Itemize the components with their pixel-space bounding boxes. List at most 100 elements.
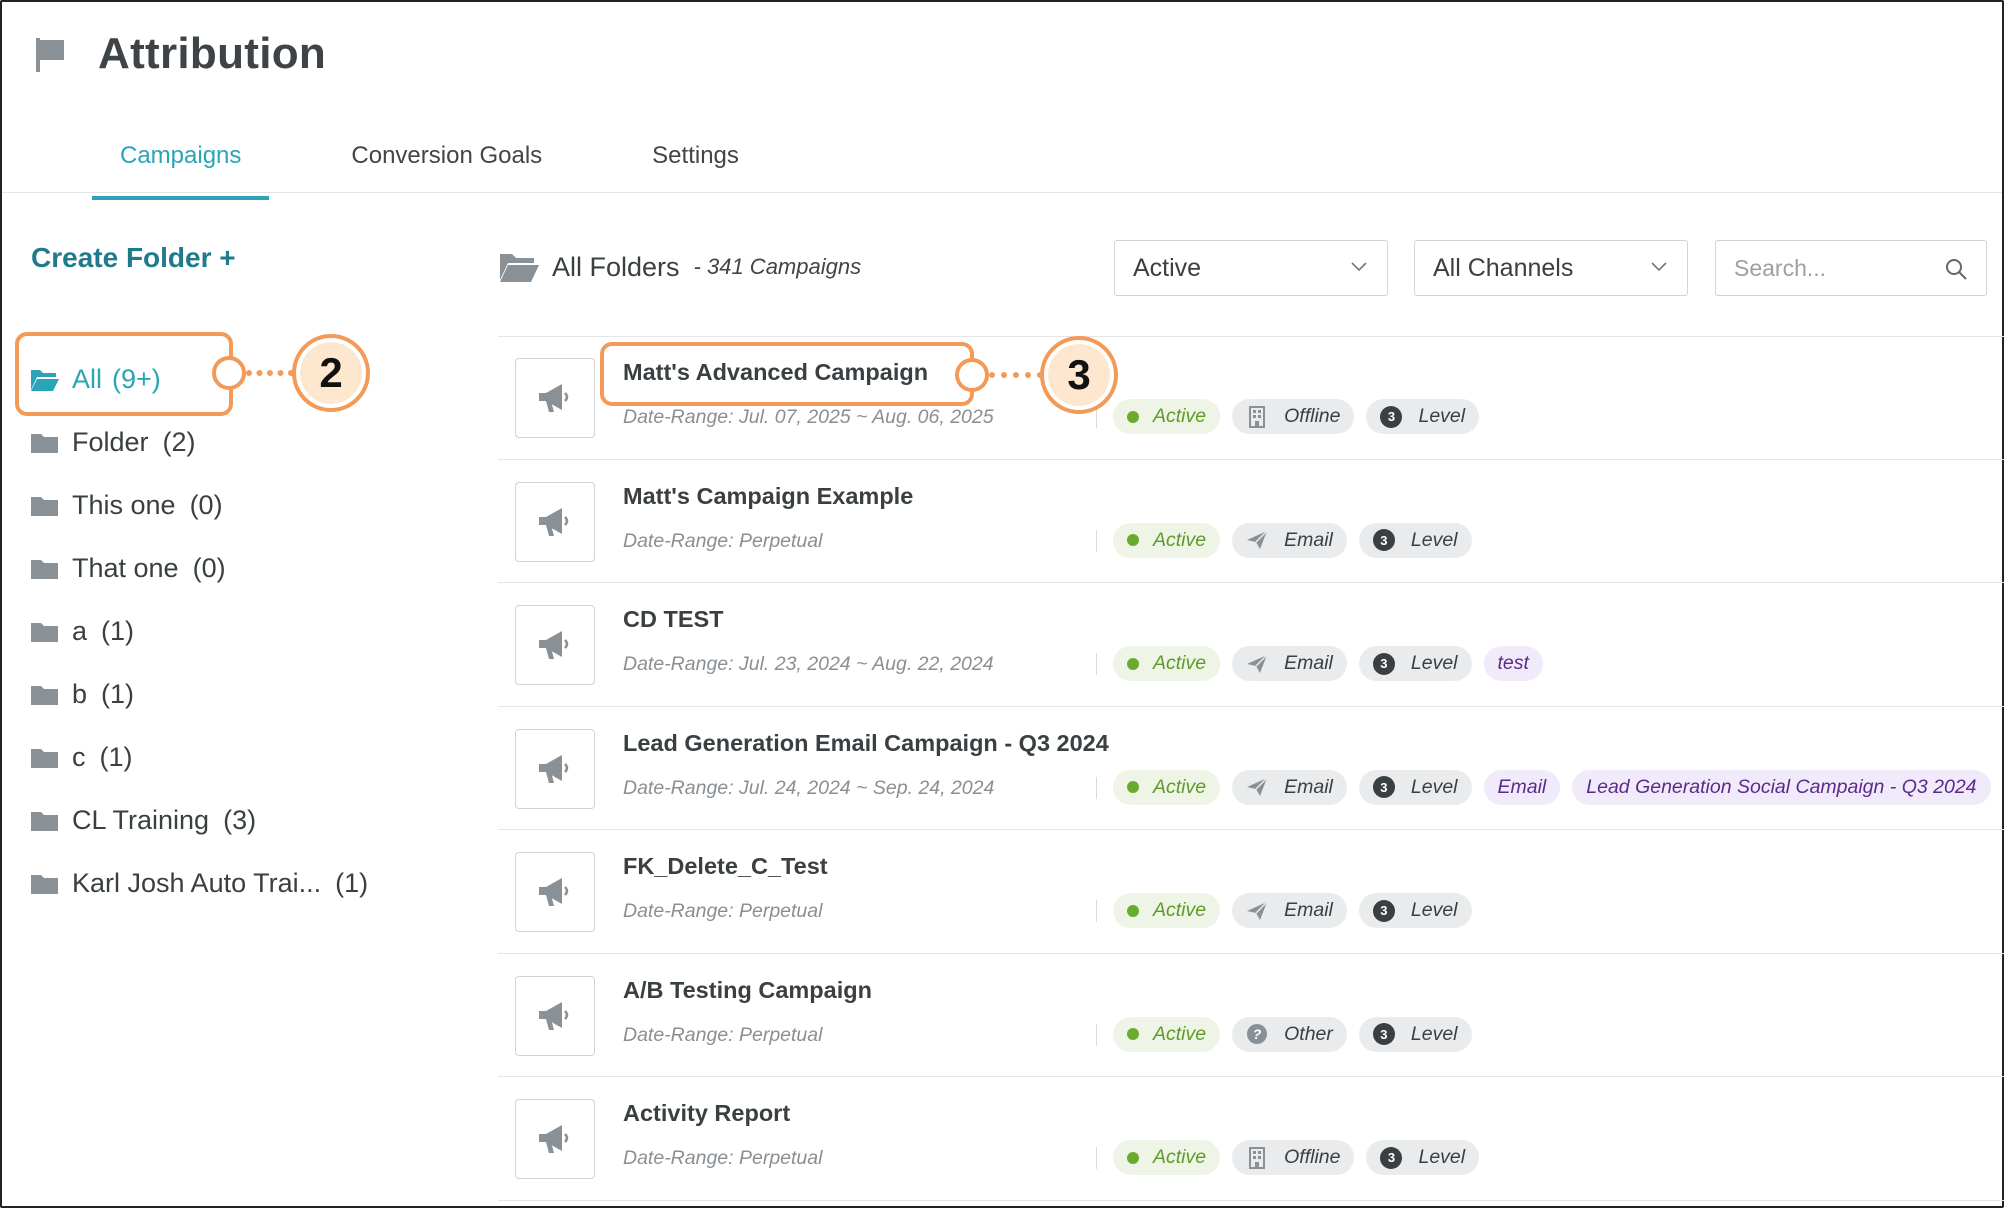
level-label: Level (1410, 775, 1458, 798)
callout-connector-dot (955, 358, 989, 392)
level-number: 3 (1380, 405, 1403, 428)
status-label: Active (1153, 405, 1207, 427)
paper-plane-icon (1247, 653, 1268, 673)
campaign-tag: Lead Generation Social Campaign - Q3 202… (1572, 769, 1991, 805)
campaign-row[interactable]: A/B Testing Campaign Date-Range: Perpetua… (498, 954, 2004, 1077)
folder-icon (31, 433, 58, 453)
flag-icon (36, 38, 64, 72)
campaign-icon-button[interactable] (515, 1099, 595, 1179)
folder-count: (0) (192, 553, 226, 583)
channel-filter-select[interactable]: All Channels (1414, 240, 1688, 296)
folder-item[interactable]: This one (0) (30, 474, 368, 537)
campaign-icon-button[interactable] (515, 728, 595, 809)
paper-plane-icon (1247, 777, 1268, 796)
folder-item[interactable]: CL Training (3) (30, 789, 368, 852)
channel-label: Offline (1284, 1146, 1341, 1168)
folder-count: (1) (101, 616, 135, 646)
campaign-date-range: Date-Range: Perpetual (623, 1147, 823, 1169)
level-number: 3 (1372, 529, 1395, 551)
channel-label: Email (1284, 528, 1333, 551)
channel-label: Email (1284, 775, 1333, 798)
campaign-date-range: Date-Range: Perpetual (623, 900, 823, 922)
campaign-name[interactable]: FK_Delete_C_Test (623, 853, 828, 880)
status-badge: Active (1113, 1140, 1221, 1175)
channel-label: Email (1284, 652, 1333, 674)
campaign-count: - 341 Campaigns (693, 254, 862, 279)
level-label: Level (1418, 405, 1466, 427)
campaign-name[interactable]: CD TEST (623, 606, 724, 633)
level-label: Level (1410, 652, 1458, 674)
campaign-name[interactable]: Matt's Campaign Example (623, 483, 913, 510)
campaign-name[interactable]: A/B Testing Campaign (623, 977, 872, 1004)
megaphone-icon (539, 384, 569, 412)
status-label: Active (1153, 528, 1207, 551)
campaign-icon-button[interactable] (515, 605, 595, 685)
folder-item[interactable]: Folder (2) (30, 411, 368, 474)
status-dot (1127, 410, 1139, 423)
status-dot (1127, 1151, 1139, 1164)
level-badge: 3 Level (1358, 893, 1472, 928)
folder-item[interactable]: Karl Josh Auto Trai... (1) (30, 852, 368, 915)
page-title: Attribution (98, 29, 327, 78)
search-input[interactable] (1734, 255, 1934, 282)
folder-name: c (72, 742, 86, 772)
campaign-name[interactable]: Activity Report (623, 1100, 790, 1127)
megaphone-icon (539, 1125, 569, 1153)
campaign-name[interactable]: Lead Generation Email Campaign - Q3 2024 (623, 730, 1109, 757)
folder-count: (2) (162, 427, 196, 457)
campaign-icon-button[interactable] (515, 975, 595, 1056)
campaign-row[interactable]: CD TEST Date-Range: Jul. 23, 2024 ~ Aug. … (498, 583, 2004, 707)
tab-campaigns[interactable]: Campaigns (92, 136, 270, 200)
campaign-tags: Active Offline 3 Level (1113, 1140, 1491, 1175)
chevron-down-icon (1651, 262, 1667, 272)
channel-badge: Email (1232, 522, 1347, 558)
folder-item[interactable]: b (1) (30, 663, 368, 726)
channel-label: Other (1284, 1022, 1333, 1045)
folder-item[interactable]: a (1) (30, 600, 368, 663)
tab-conversion-goals[interactable]: Conversion Goals (323, 136, 570, 200)
row-divider (1096, 900, 1097, 922)
campaign-icon-button[interactable] (515, 358, 595, 438)
level-label: Level (1418, 1146, 1466, 1168)
campaign-date-range: Date-Range: Jul. 07, 2025 ~ Aug. 06, 202… (623, 406, 994, 428)
folder-name: CL Training (72, 805, 210, 835)
folder-icon (31, 622, 58, 642)
channel-badge: Email (1232, 769, 1347, 805)
level-number: 3 (1380, 1146, 1403, 1169)
campaign-tags: Active Email 3 Level Email Lead Generation So… (1113, 769, 2003, 805)
tab-settings[interactable]: Settings (624, 136, 767, 200)
channel-badge: Email (1232, 893, 1347, 928)
folder-name: That one (72, 553, 179, 583)
campaign-list: Matt's Advanced Campaign Date-Range: Jul.… (498, 336, 2004, 1201)
tabs-divider (2, 192, 2002, 193)
folder-name: Folder (72, 427, 149, 457)
folder-item[interactable]: c (1) (30, 726, 368, 789)
callout-badge-2: 2 (292, 334, 370, 412)
folder-icon (31, 811, 58, 831)
folder-count: (1) (101, 679, 135, 709)
channel-label: Email (1284, 899, 1333, 921)
campaign-icon-button[interactable] (515, 481, 595, 562)
campaign-row[interactable]: FK_Delete_C_Test Date-Range: Perpetual Act… (498, 830, 2004, 954)
status-label: Active (1153, 775, 1207, 798)
status-filter-select[interactable]: Active (1114, 240, 1388, 296)
campaign-row[interactable]: Activity Report Date-Range: Perpetual Acti… (498, 1077, 2004, 1201)
create-folder-button[interactable]: Create Folder + (31, 242, 236, 274)
megaphone-icon (539, 507, 569, 536)
level-number: 3 (1372, 776, 1395, 798)
question-icon: ? (1247, 1024, 1268, 1044)
campaign-tag: test (1483, 646, 1543, 681)
search-icon[interactable] (1944, 257, 1968, 281)
level-label: Level (1410, 528, 1458, 551)
status-dot (1127, 657, 1139, 670)
campaign-row[interactable]: Matt's Campaign Example Date-Range: Perpe… (498, 460, 2004, 583)
status-dot (1127, 904, 1139, 917)
folder-heading-title: All Folders (552, 251, 680, 282)
campaign-row[interactable]: Lead Generation Email Campaign - Q3 2024… (498, 707, 2004, 830)
channel-filter-value: All Channels (1433, 253, 1574, 282)
folder-item[interactable]: That one (0) (30, 537, 368, 600)
status-label: Active (1153, 899, 1207, 921)
folder-name: a (72, 616, 88, 646)
tab-bar: Campaigns Conversion Goals Settings (92, 136, 821, 200)
campaign-icon-button[interactable] (515, 852, 595, 932)
